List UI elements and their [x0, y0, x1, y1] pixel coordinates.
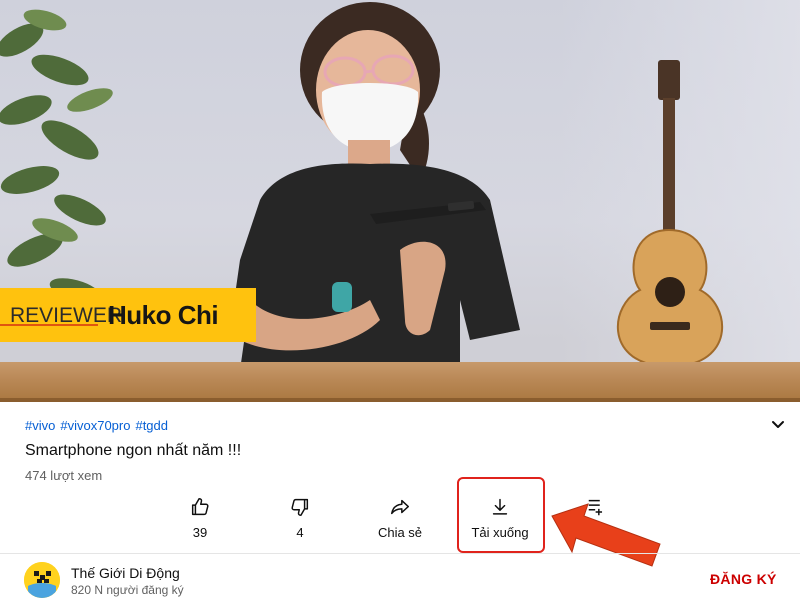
dislike-count: 4 [296, 525, 304, 540]
subscribe-button[interactable]: ĐĂNG KÝ [710, 571, 777, 587]
channel-name[interactable]: Thế Giới Di Động [71, 565, 180, 581]
reviewer-name-label: Huko Chi [108, 300, 219, 330]
dislike-button[interactable]: 4 [260, 494, 340, 546]
reviewer-underline [0, 324, 98, 326]
download-highlight-box [457, 477, 545, 553]
smartphone-in-hand [370, 200, 486, 224]
channel-logo-icon [24, 562, 60, 598]
desk-edge [0, 398, 800, 402]
desk-surface [0, 362, 800, 402]
thumbs-down-icon [291, 498, 309, 516]
view-count: 474 lượt xem [25, 468, 103, 483]
like-count: 39 [192, 525, 208, 540]
hashtag-link[interactable]: #vivox70pro [60, 418, 130, 433]
thumbs-up-icon [191, 498, 209, 516]
chevron-down-icon[interactable] [768, 414, 788, 434]
channel-avatar[interactable] [24, 562, 60, 598]
video-title: Smartphone ngon nhất năm !!! [25, 442, 242, 459]
hashtag-link[interactable]: #tgdd [135, 418, 168, 433]
share-icon [391, 499, 409, 515]
hashtag-link[interactable]: #vivo [25, 418, 55, 433]
guitar-decoration [616, 60, 724, 367]
section-divider [0, 553, 800, 554]
like-button[interactable]: 39 [160, 494, 240, 546]
video-player[interactable]: REVIEWER Huko Chi [0, 0, 800, 402]
subscriber-count: 820 N người đăng ký [71, 583, 184, 597]
arrow-pointer-icon [551, 503, 661, 567]
presenter [230, 2, 520, 370]
share-label: Chia sẻ [377, 525, 423, 540]
reviewer-lower-third: REVIEWER Huko Chi [0, 288, 256, 342]
share-button[interactable]: Chia sẻ [360, 494, 440, 546]
hashtag-list: #vivo #vivox70pro #tgdd [25, 418, 173, 433]
